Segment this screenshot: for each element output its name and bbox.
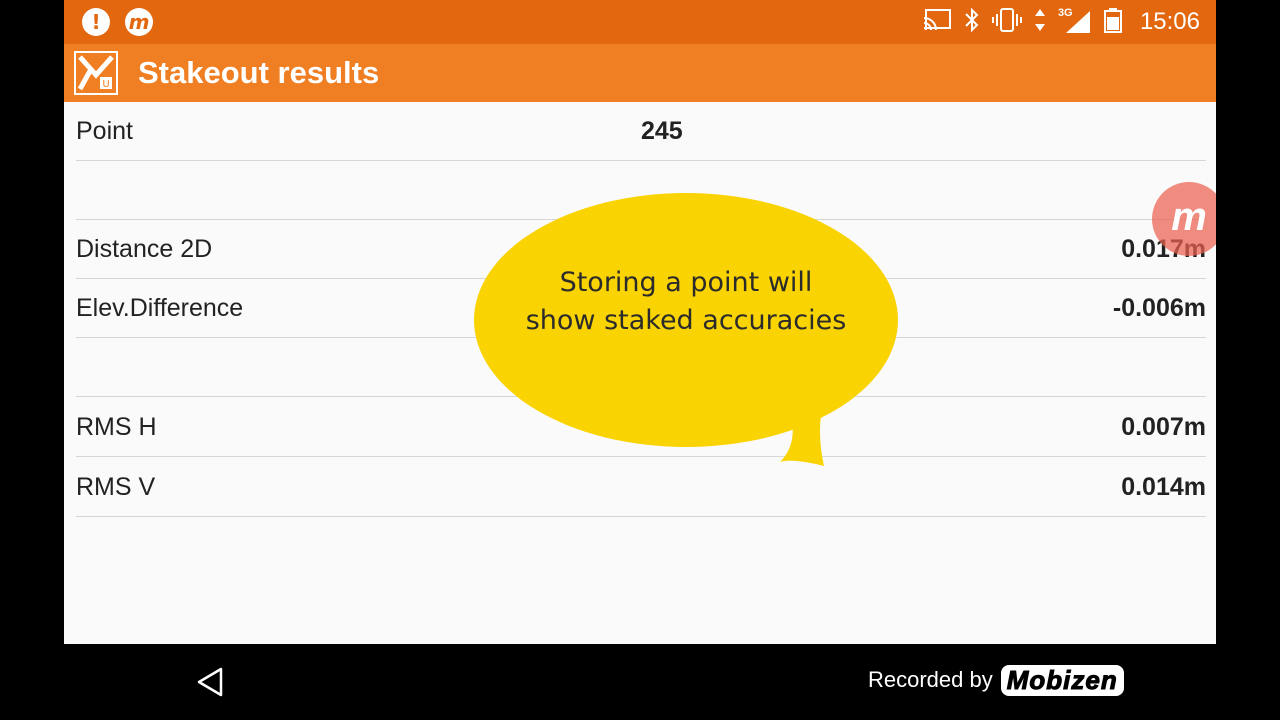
mobizen-logo: Mobizen <box>1000 664 1124 696</box>
vibrate-icon <box>991 7 1022 38</box>
callout-text: Storing a point will show staked accurac… <box>474 264 898 340</box>
battery-icon <box>1103 7 1122 38</box>
page-title: Stakeout results <box>138 55 380 90</box>
svg-text:U: U <box>102 79 109 90</box>
row-label: Point <box>76 117 133 145</box>
row-label: Elev.Difference <box>76 294 244 322</box>
mobizen-notification-icon[interactable]: m <box>125 8 153 36</box>
row-value: 245 <box>641 117 683 145</box>
recording-watermark: Recorded by Mobizen <box>868 664 1124 696</box>
app-bar: U Stakeout results <box>64 44 1216 102</box>
alert-icon[interactable]: ! <box>82 8 110 36</box>
row-value: 0.014m <box>1121 473 1206 501</box>
app-logo-icon[interactable]: U <box>74 51 118 95</box>
watermark-text: Recorded by <box>868 667 993 692</box>
recorder-floating-button[interactable]: m <box>1152 182 1216 256</box>
row-value: -0.006m <box>1112 294 1206 322</box>
row-label: Distance 2D <box>76 235 213 263</box>
bluetooth-icon <box>964 7 980 38</box>
status-icons: 3G 15:06 <box>922 0 1200 44</box>
row-label: RMS H <box>76 413 157 441</box>
row-label: RMS V <box>76 473 156 501</box>
status-bar: ! m 3G 15:06 <box>64 0 1216 44</box>
back-icon[interactable] <box>195 666 225 698</box>
cast-icon <box>922 8 952 37</box>
data-arrows-icon <box>1034 7 1046 38</box>
result-row-rms-v: RMS V 0.014m <box>76 458 1206 517</box>
signal-icon: 3G <box>1058 7 1092 35</box>
phone-screen: ! m 3G 15:06 U Stakeout results Point 24… <box>64 0 1216 644</box>
row-value: 0.007m <box>1121 413 1206 441</box>
callout-line-1: Storing a point will <box>559 267 813 298</box>
callout-line-2: show staked accuracies <box>525 305 847 336</box>
status-clock: 15:06 <box>1139 8 1200 35</box>
result-row-point: Point 245 <box>76 102 1206 161</box>
